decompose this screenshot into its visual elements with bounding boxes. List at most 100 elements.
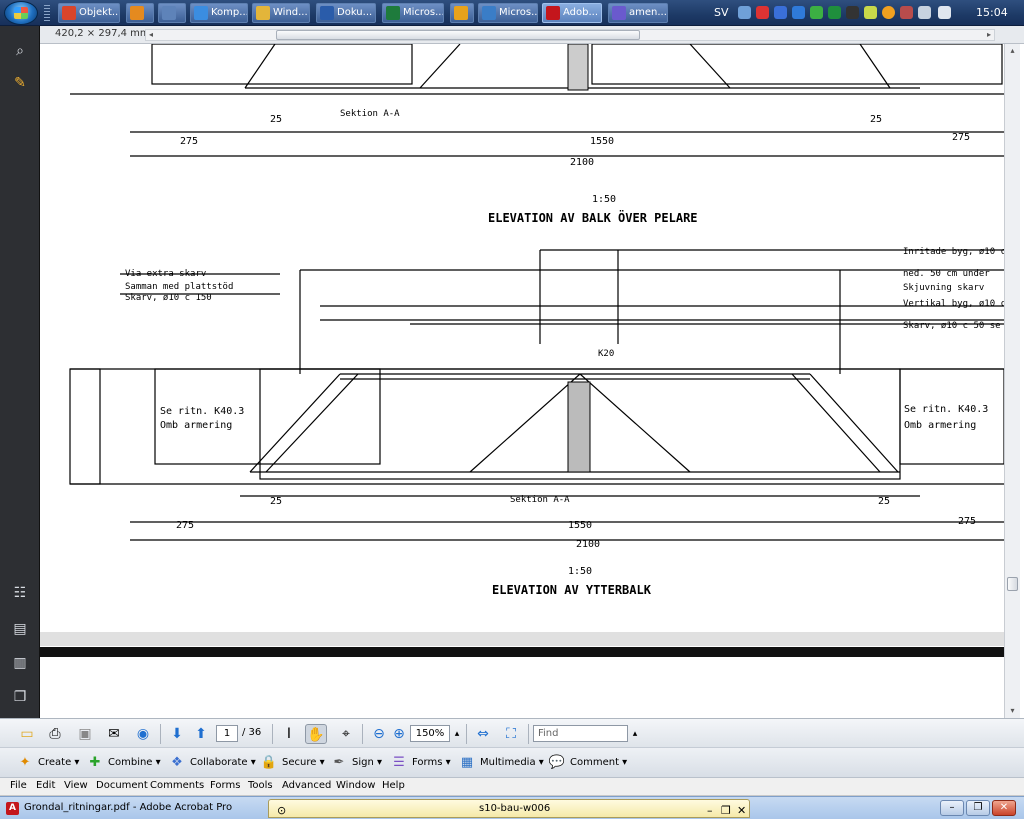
menu-comments[interactable]: Comments [150, 780, 204, 791]
vertical-scroll-thumb[interactable] [1007, 577, 1018, 591]
sync-icon[interactable] [828, 6, 841, 19]
display-icon[interactable] [846, 6, 859, 19]
open-icon[interactable]: ▭ [16, 724, 38, 744]
menu-advanced[interactable]: Advanced [282, 780, 331, 791]
model-tree-icon[interactable]: ☷ [9, 582, 31, 604]
language-indicator[interactable]: SV [714, 6, 729, 19]
hand-tool-icon[interactable]: ✋ [305, 724, 327, 744]
window-title: Grondal_ritningar.pdf - Adobe Acrobat Pr… [24, 802, 233, 813]
close-button[interactable]: ✕ [992, 800, 1016, 816]
speaker-alert-icon[interactable] [900, 6, 913, 19]
comment-button[interactable]: 💬 Comment ▾ [546, 753, 627, 773]
attachments-icon[interactable]: ⌕ [9, 40, 31, 62]
taskbar-button-label: Micros... [403, 7, 444, 18]
network-icon[interactable] [738, 6, 751, 19]
menu-forms[interactable]: Forms [210, 780, 240, 791]
document-tab[interactable]: ⊙ s10-bau-w006 – ❐ ✕ [268, 799, 750, 818]
dim-small-main-right: 25 [878, 496, 890, 507]
taskbar-button-adob[interactable]: Adob... [542, 3, 602, 23]
scroll-left-icon[interactable]: ◂ [146, 30, 156, 40]
menu-file[interactable]: File [10, 780, 27, 791]
note-right-1: Skarv, ø10 c 50 se [903, 321, 1001, 331]
next-page-icon[interactable]: ⬇ [166, 724, 188, 744]
project-icon [482, 6, 496, 20]
minimize-button[interactable]: – [940, 800, 964, 816]
pages-icon[interactable]: ❐ [9, 686, 31, 708]
taskbar-button-label: Doku... [337, 7, 373, 18]
update-icon[interactable] [810, 6, 823, 19]
taskbar-button-amen[interactable]: amen... [608, 3, 668, 23]
create-button[interactable]: ✦ Create ▾ [14, 753, 80, 773]
bookmarks-icon[interactable]: ▥ [9, 652, 31, 674]
label-omb-left: Omb armering [160, 420, 232, 431]
taskbar-button-micros[interactable]: Micros... [382, 3, 444, 23]
zoom-dropdown-icon[interactable]: ▴ [446, 724, 468, 744]
save-icon[interactable]: ▣ [74, 724, 96, 744]
layers-icon[interactable]: ▤ [9, 618, 31, 640]
doc-restore-icon[interactable]: ❐ [721, 804, 731, 817]
menu-window[interactable]: Window [336, 780, 375, 791]
fit-page-icon[interactable]: ⛶ [500, 724, 522, 744]
power-icon[interactable] [918, 6, 931, 19]
note-right-5: Inritade byg, ø10 c [903, 247, 1004, 257]
horizontal-scroll-thumb[interactable] [276, 30, 640, 40]
email-icon[interactable]: ✉ [103, 724, 125, 744]
page-number-input[interactable]: 1 [216, 725, 238, 742]
vertical-scrollbar[interactable]: ▴ ▾ [1004, 44, 1020, 718]
taskbar-button-micros[interactable]: Micros... [478, 3, 538, 23]
menu-edit[interactable]: Edit [36, 780, 55, 791]
restore-button[interactable]: ❐ [966, 800, 990, 816]
taskbar-button-wind[interactable]: Wind... [252, 3, 310, 23]
horizontal-scrollbar[interactable]: ◂ ▸ [145, 29, 995, 41]
sign-button[interactable]: ✒ Sign ▾ [328, 753, 382, 773]
find-dropdown-icon[interactable]: ▴ [624, 724, 646, 744]
sign-pane-icon[interactable]: ✎ [9, 72, 31, 94]
bluetooth-icon[interactable] [774, 6, 787, 19]
taskbar-button-item-2[interactable] [158, 3, 186, 23]
select-text-icon[interactable]: I [278, 724, 300, 744]
document-view[interactable]: 275 1550 275 2100 25 25 Sektion A-A ELEV… [40, 44, 1004, 718]
taskbar-button-doku[interactable]: Doku... [316, 3, 376, 23]
taskbar-grip[interactable] [44, 5, 50, 21]
taskbar-button-komp[interactable]: Komp... [190, 3, 248, 23]
zoom-level-input[interactable]: 150% [410, 725, 450, 742]
weather-icon[interactable] [882, 6, 895, 19]
taskbar-button-item-1[interactable] [126, 3, 154, 23]
start-button[interactable] [4, 1, 38, 25]
acrobat-icon [546, 6, 560, 20]
clock[interactable]: 15:04 [976, 6, 1008, 19]
volume-icon[interactable] [938, 6, 951, 19]
info-icon[interactable] [792, 6, 805, 19]
doc-minimize-icon[interactable]: – [707, 804, 713, 817]
label-se-right: Se ritn. K40.3 [904, 404, 988, 415]
menu-document[interactable]: Document [96, 780, 148, 791]
combine-button[interactable]: ✚ Combine ▾ [84, 753, 161, 773]
security-icon[interactable] [756, 6, 769, 19]
menu-tools[interactable]: Tools [248, 780, 273, 791]
scroll-right-icon[interactable]: ▸ [984, 30, 994, 40]
multimedia-button[interactable]: ▦ Multimedia ▾ [456, 753, 544, 773]
forms-label: Forms [412, 757, 443, 768]
fit-width-icon[interactable]: ⇔ [472, 724, 494, 744]
taskbar-button-label: amen... [629, 7, 667, 18]
secure-button[interactable]: 🔒 Secure ▾ [258, 753, 325, 773]
menu-help[interactable]: Help [382, 780, 405, 791]
folder-tray-icon[interactable] [864, 6, 877, 19]
taskbar-button-item-7[interactable] [450, 3, 474, 23]
marquee-zoom-icon[interactable]: ⌖ [335, 724, 357, 744]
zoom-out-icon[interactable]: ⊖ [368, 724, 390, 744]
collaborate-button[interactable]: ❖ Collaborate ▾ [166, 753, 256, 773]
dim-total-main: 2100 [576, 539, 600, 550]
zoom-in-icon[interactable]: ⊕ [388, 724, 410, 744]
print-icon[interactable]: ⎙ [44, 724, 66, 744]
scroll-up-icon[interactable]: ▴ [1007, 46, 1018, 56]
forms-button[interactable]: ☰ Forms ▾ [388, 753, 450, 773]
upload-icon[interactable]: ◉ [132, 724, 154, 744]
doc-close-icon[interactable]: ✕ [737, 804, 746, 817]
menu-view[interactable]: View [64, 780, 88, 791]
prev-page-icon[interactable]: ⬆ [190, 724, 212, 744]
taskbar-button-objekt[interactable]: Objekt... [58, 3, 120, 23]
scroll-down-icon[interactable]: ▾ [1007, 706, 1018, 716]
find-input[interactable]: Find [533, 725, 628, 742]
comment-label: Comment [570, 757, 619, 768]
